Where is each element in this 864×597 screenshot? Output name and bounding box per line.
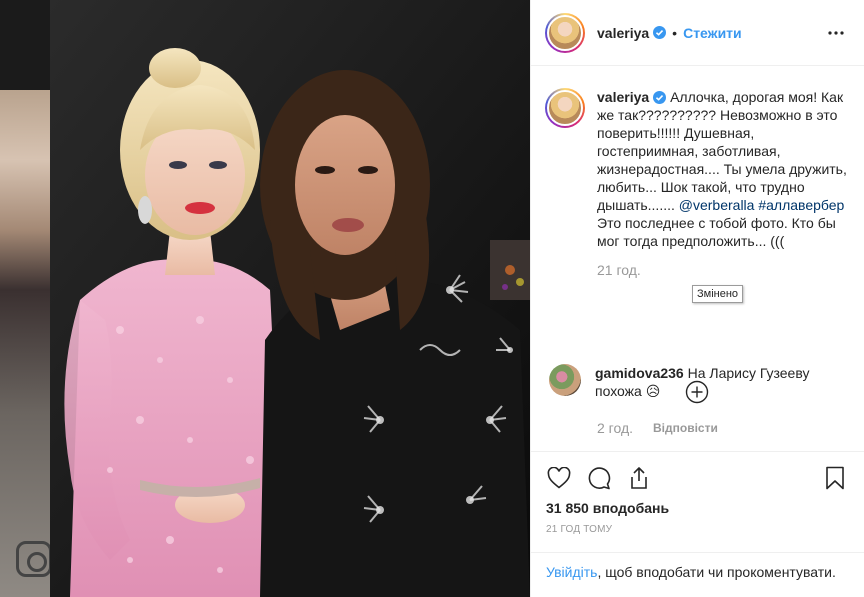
comment-bubble-icon[interactable] (586, 465, 612, 491)
commenter-username[interactable]: gamidova236 (595, 365, 684, 381)
author-username[interactable]: valeriya (597, 25, 649, 41)
comment-meta: 2 год. Відповісти (597, 420, 718, 436)
post-header: valeriya • Стежити (531, 0, 864, 66)
posted-time[interactable]: 21 ГОД ТОМУ (546, 524, 848, 535)
separator-dot: • (672, 24, 678, 41)
edited-tooltip: Змінено (692, 285, 744, 303)
post-actions: 31 850 вподобань 21 ГОД ТОМУ (530, 452, 864, 552)
more-options-icon[interactable] (824, 21, 848, 45)
verified-badge-icon (653, 91, 667, 104)
caption: valeriya Аллочка, дорогая моя! Как же та… (545, 88, 848, 250)
login-prompt: Увійдіть, щоб вподобати чи прокоментуват… (530, 552, 864, 597)
likes-count[interactable]: 31 850 вподобань (546, 500, 848, 516)
share-icon[interactable] (626, 465, 652, 491)
like-heart-icon[interactable] (546, 465, 572, 491)
caption-text: valeriya Аллочка, дорогая моя! Как же та… (597, 88, 848, 250)
follow-button[interactable]: Стежити (683, 25, 742, 41)
hashtag-link[interactable]: #аллавербер (758, 197, 844, 213)
login-prompt-text: , щоб вподобати чи прокоментувати. (597, 564, 836, 580)
photo-illustration (50, 0, 530, 597)
caption-tail: Это последнее с тобой фото. Кто бы мог т… (597, 215, 836, 249)
caption-username[interactable]: valeriya (597, 89, 649, 105)
bookmark-icon[interactable] (822, 465, 848, 491)
comment-text: gamidova236 На Ларису Гузееву похожа 😥 (595, 364, 835, 400)
mention-link[interactable]: @verberalla (679, 197, 755, 213)
action-icons-row (546, 458, 848, 498)
comment-time[interactable]: 2 год. (597, 420, 633, 436)
caption-author-avatar[interactable] (545, 88, 585, 128)
reply-button[interactable]: Відповісти (653, 421, 718, 435)
comment-item: gamidova236 На Ларису Гузееву похожа 😥 (549, 364, 849, 400)
author-avatar[interactable] (545, 12, 585, 53)
previous-post-strip[interactable] (0, 0, 50, 597)
post-photo[interactable] (50, 0, 530, 597)
instagram-icon (16, 541, 50, 577)
login-link[interactable]: Увійдіть (546, 564, 597, 580)
caption-time[interactable]: 21 год. (597, 262, 848, 278)
previous-photo-top (0, 90, 50, 290)
verified-badge-icon (653, 26, 667, 39)
commenter-avatar[interactable] (549, 364, 581, 396)
caption-body: Аллочка, дорогая моя! Как же так????????… (597, 89, 847, 213)
